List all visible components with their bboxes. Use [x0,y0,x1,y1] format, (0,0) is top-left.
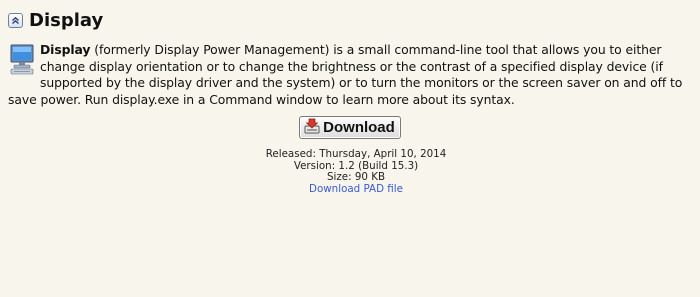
pad-file-link[interactable]: Download PAD file [309,183,403,195]
download-label: Download [323,119,395,136]
download-button[interactable]: Download [299,116,401,139]
program-name: Display [40,42,91,57]
description-text: (formerly Display Power Management) is a… [8,42,683,107]
computer-icon [8,42,36,76]
release-date: Released: Thursday, April 10, 2014 [265,148,447,160]
page-title: Display [29,10,104,31]
file-info: Released: Thursday, April 10, 2014 Versi… [0,148,700,195]
download-area: Download [0,116,700,139]
collapse-icon[interactable] [8,13,23,28]
download-icon [304,118,320,138]
section-header: Display [8,10,103,31]
description: Display (formerly Display Power Manageme… [8,42,696,108]
